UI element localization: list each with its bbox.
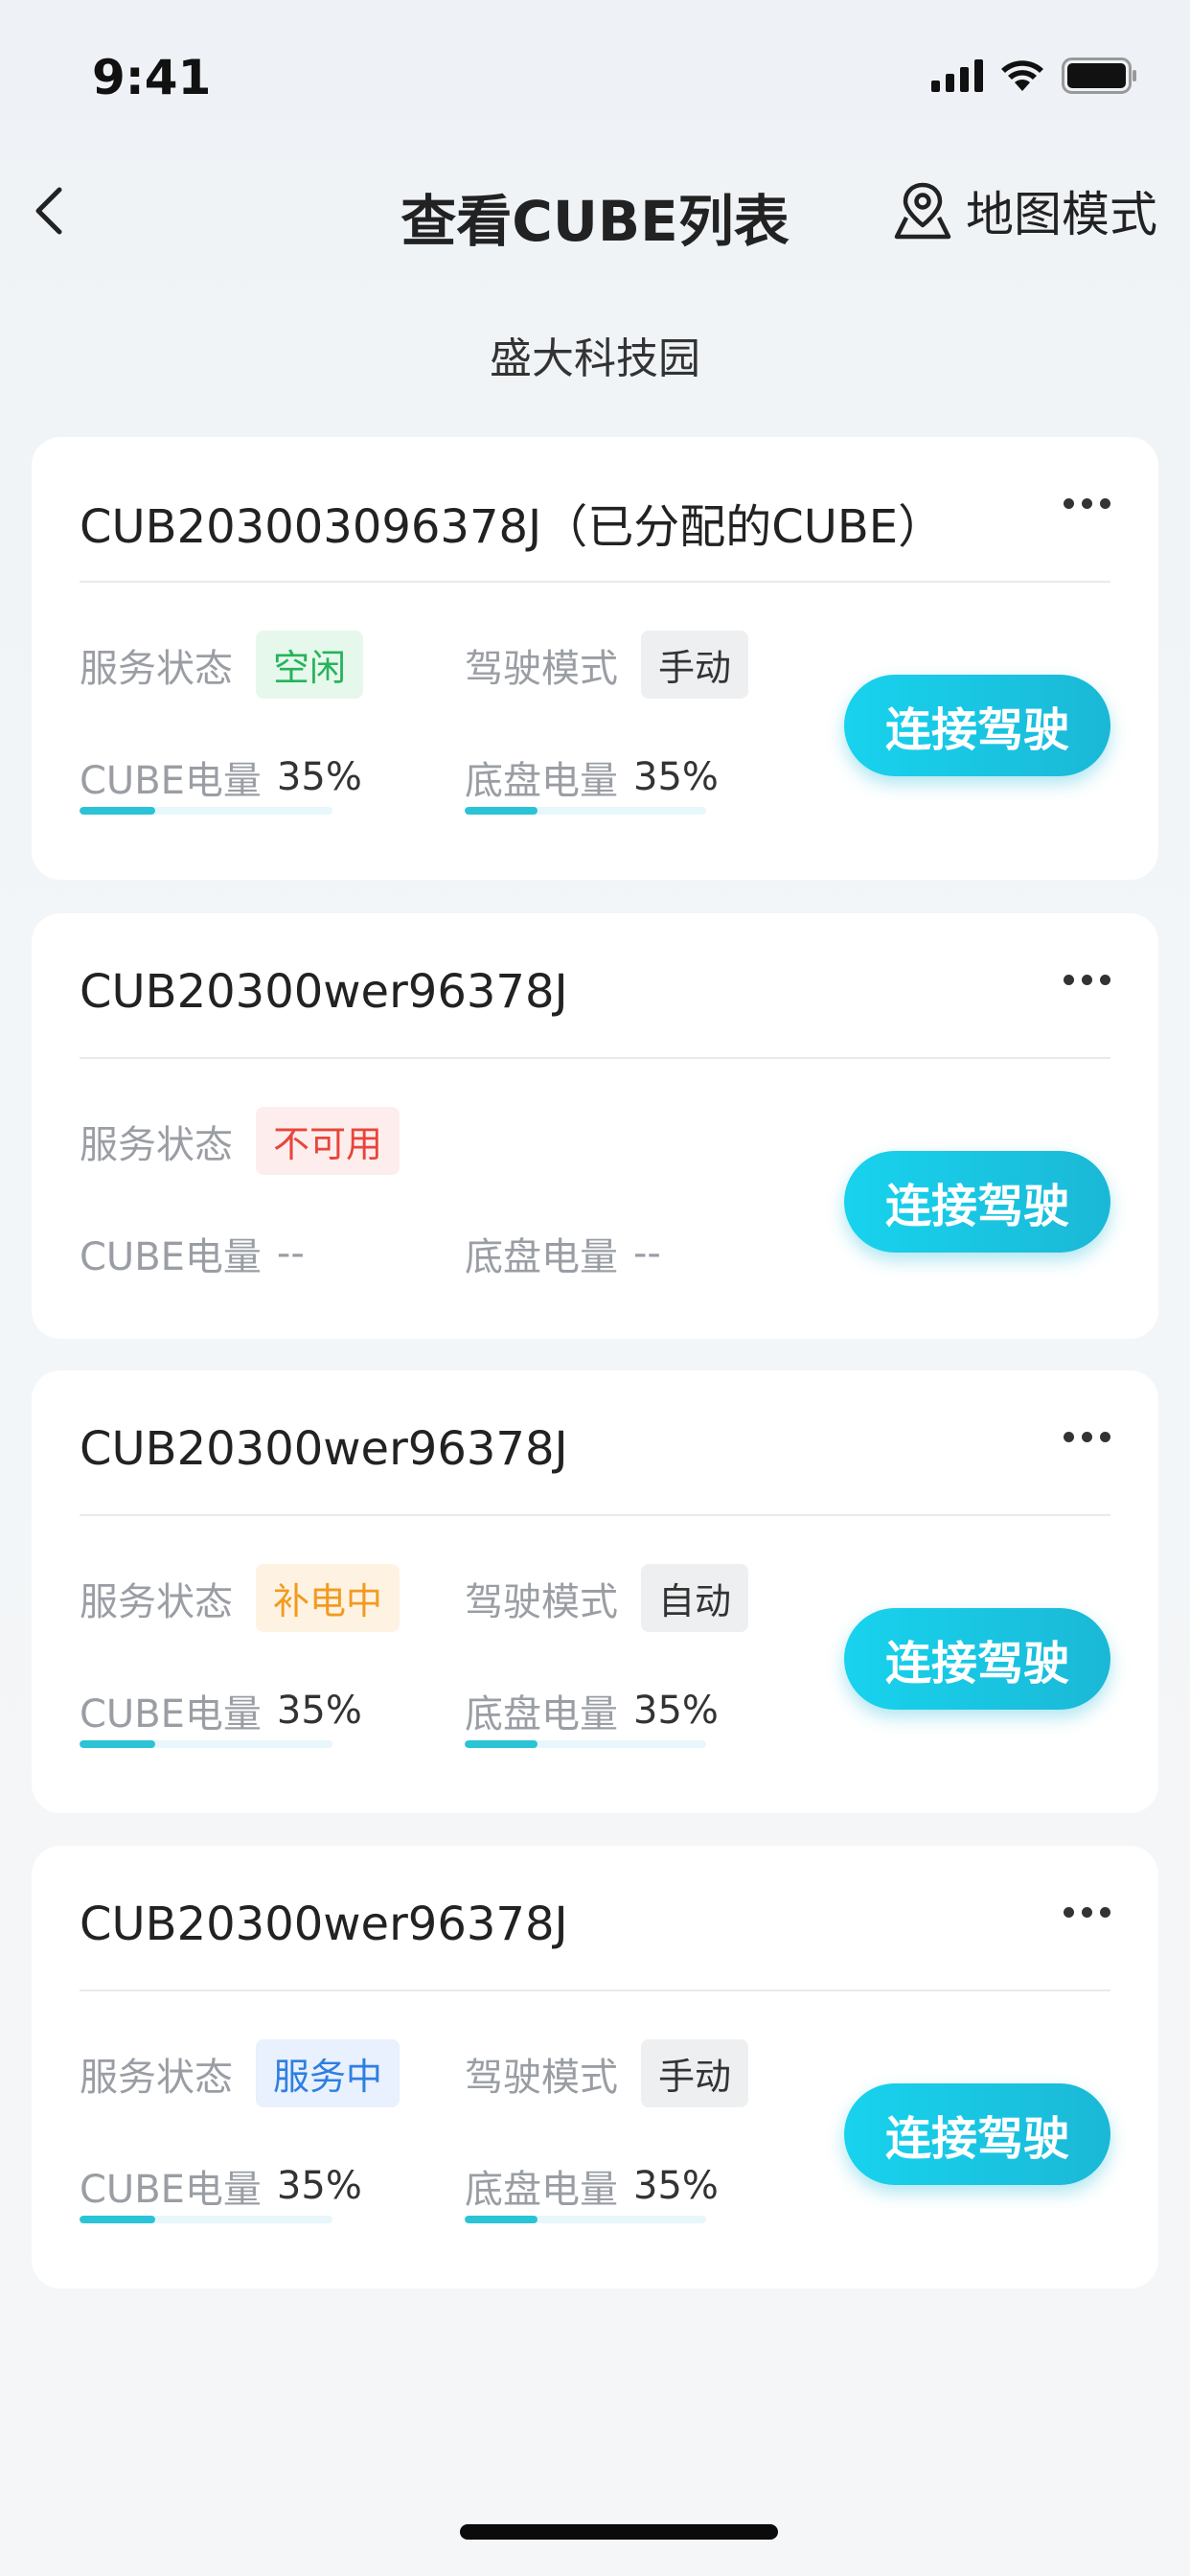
drive-mode-label: 驾驶模式 — [465, 1579, 618, 1624]
status-icons — [931, 58, 1138, 94]
cube-id: CUB20300wer96378J — [80, 1422, 568, 1476]
cube-battery-label: CUBE电量 — [80, 2168, 262, 2212]
service-status-label: 服务状态 — [80, 1579, 233, 1624]
chassis-battery-row: 底盘电量 35% — [465, 749, 719, 805]
chassis-battery-label: 底盘电量 — [465, 1692, 618, 1736]
chassis-battery-value: 35% — [633, 755, 719, 799]
drive-mode-badge: 自动 — [641, 1564, 749, 1632]
connect-drive-button[interactable]: 连接驾驶 — [844, 1608, 1110, 1710]
more-dots-icon[interactable] — [1064, 1432, 1110, 1442]
service-status-row: 服务状态 不可用 — [80, 1107, 400, 1175]
connect-drive-button[interactable]: 连接驾驶 — [844, 1151, 1110, 1253]
cube-card[interactable]: CUB20300wer96378J 服务状态 服务中 驾驶模式 手动 CUBE电… — [32, 1846, 1158, 2288]
nav-bar: 查看CUBE列表 地图模式 — [0, 163, 1190, 259]
chevron-left-icon — [35, 187, 62, 235]
battery-icon — [1062, 58, 1136, 94]
chassis-battery-value: -- — [633, 1231, 661, 1276]
chassis-battery-row: 底盘电量 -- — [465, 1226, 661, 1281]
service-status-label: 服务状态 — [80, 1122, 233, 1167]
more-dots-icon[interactable] — [1064, 1907, 1110, 1918]
map-mode-button[interactable]: 地图模式 — [893, 176, 1157, 245]
cube-battery-fill — [80, 2216, 156, 2223]
card-header: CUB20300wer96378J — [80, 1370, 1110, 1516]
drive-mode-row: 驾驶模式 手动 — [465, 2039, 749, 2107]
home-indicator — [460, 2524, 778, 2540]
cellular-signal-icon — [931, 59, 983, 92]
status-badge: 服务中 — [256, 2039, 400, 2107]
cube-battery-value: 35% — [276, 755, 362, 799]
chassis-battery-fill — [465, 2216, 538, 2223]
chassis-battery-bar — [465, 2216, 706, 2223]
cube-battery-fill — [80, 807, 156, 815]
service-status-row: 服务状态 服务中 — [80, 2039, 400, 2107]
chassis-battery-value: 35% — [633, 1689, 719, 1733]
cube-card[interactable]: CUB203003096378J（已分配的CUBE） 服务状态 空闲 驾驶模式 … — [32, 437, 1158, 880]
chassis-battery-bar — [465, 1740, 706, 1748]
cube-battery-row: CUBE电量 35% — [80, 1683, 362, 1738]
cube-card[interactable]: CUB20300wer96378J 服务状态 不可用 CUBE电量 -- 底盘电… — [32, 913, 1158, 1339]
card-header: CUB203003096378J（已分配的CUBE） — [80, 437, 1110, 583]
drive-mode-row: 驾驶模式 自动 — [465, 1564, 749, 1632]
chassis-battery-row: 底盘电量 35% — [465, 1683, 719, 1738]
chassis-battery-value: 35% — [633, 2164, 719, 2208]
cube-battery-fill — [80, 1740, 156, 1748]
connect-drive-button[interactable]: 连接驾驶 — [844, 2083, 1110, 2185]
cube-battery-row: CUBE电量 35% — [80, 2158, 362, 2214]
service-status-label: 服务状态 — [80, 646, 233, 691]
chassis-battery-label: 底盘电量 — [465, 759, 618, 803]
drive-mode-badge: 手动 — [641, 2039, 749, 2107]
drive-mode-row: 驾驶模式 手动 — [465, 631, 749, 699]
status-badge: 补电中 — [256, 1564, 400, 1632]
cube-battery-row: CUBE电量 -- — [80, 1226, 305, 1281]
cube-battery-bar — [80, 1740, 332, 1748]
cube-battery-bar — [80, 2216, 332, 2223]
drive-mode-label: 驾驶模式 — [465, 2055, 618, 2100]
cube-battery-value: -- — [276, 1231, 305, 1276]
more-dots-icon[interactable] — [1064, 498, 1110, 509]
cube-battery-value: 35% — [276, 2164, 362, 2208]
card-header: CUB20300wer96378J — [80, 913, 1110, 1059]
cube-battery-row: CUBE电量 35% — [80, 749, 362, 805]
cube-battery-label: CUBE电量 — [80, 759, 262, 803]
status-bar: 9:41 — [0, 0, 1190, 153]
cube-battery-label: CUBE电量 — [80, 1692, 262, 1736]
more-dots-icon[interactable] — [1064, 975, 1110, 985]
cube-battery-value: 35% — [276, 1689, 362, 1733]
service-status-label: 服务状态 — [80, 2055, 233, 2100]
cube-battery-bar — [80, 807, 332, 815]
chassis-battery-label: 底盘电量 — [465, 2168, 618, 2212]
chassis-battery-fill — [465, 1740, 538, 1748]
status-time: 9:41 — [92, 50, 212, 105]
wifi-icon — [1001, 60, 1043, 91]
cube-battery-label: CUBE电量 — [80, 1235, 262, 1279]
location-title: 盛大科技园 — [490, 334, 700, 383]
cube-id: CUB20300wer96378J — [80, 965, 568, 1019]
chassis-battery-bar — [465, 807, 706, 815]
card-header: CUB20300wer96378J — [80, 1846, 1110, 1991]
connect-drive-button[interactable]: 连接驾驶 — [844, 675, 1110, 776]
chassis-battery-row: 底盘电量 35% — [465, 2158, 719, 2214]
cube-card[interactable]: CUB20300wer96378J 服务状态 补电中 驾驶模式 自动 CUBE电… — [32, 1370, 1158, 1813]
cube-id: CUB20300wer96378J — [80, 1898, 568, 1951]
chassis-battery-label: 底盘电量 — [465, 1235, 618, 1279]
drive-mode-label: 驾驶模式 — [465, 646, 618, 691]
drive-mode-badge: 手动 — [641, 631, 749, 699]
service-status-row: 服务状态 补电中 — [80, 1564, 400, 1632]
back-button[interactable] — [23, 180, 84, 242]
cube-id: CUB203003096378J（已分配的CUBE） — [80, 500, 945, 554]
status-badge: 空闲 — [256, 631, 364, 699]
map-mode-label: 地图模式 — [966, 187, 1157, 242]
chassis-battery-fill — [465, 807, 538, 815]
service-status-row: 服务状态 空闲 — [80, 631, 364, 699]
status-badge: 不可用 — [256, 1107, 400, 1175]
map-pin-icon — [894, 182, 951, 240]
